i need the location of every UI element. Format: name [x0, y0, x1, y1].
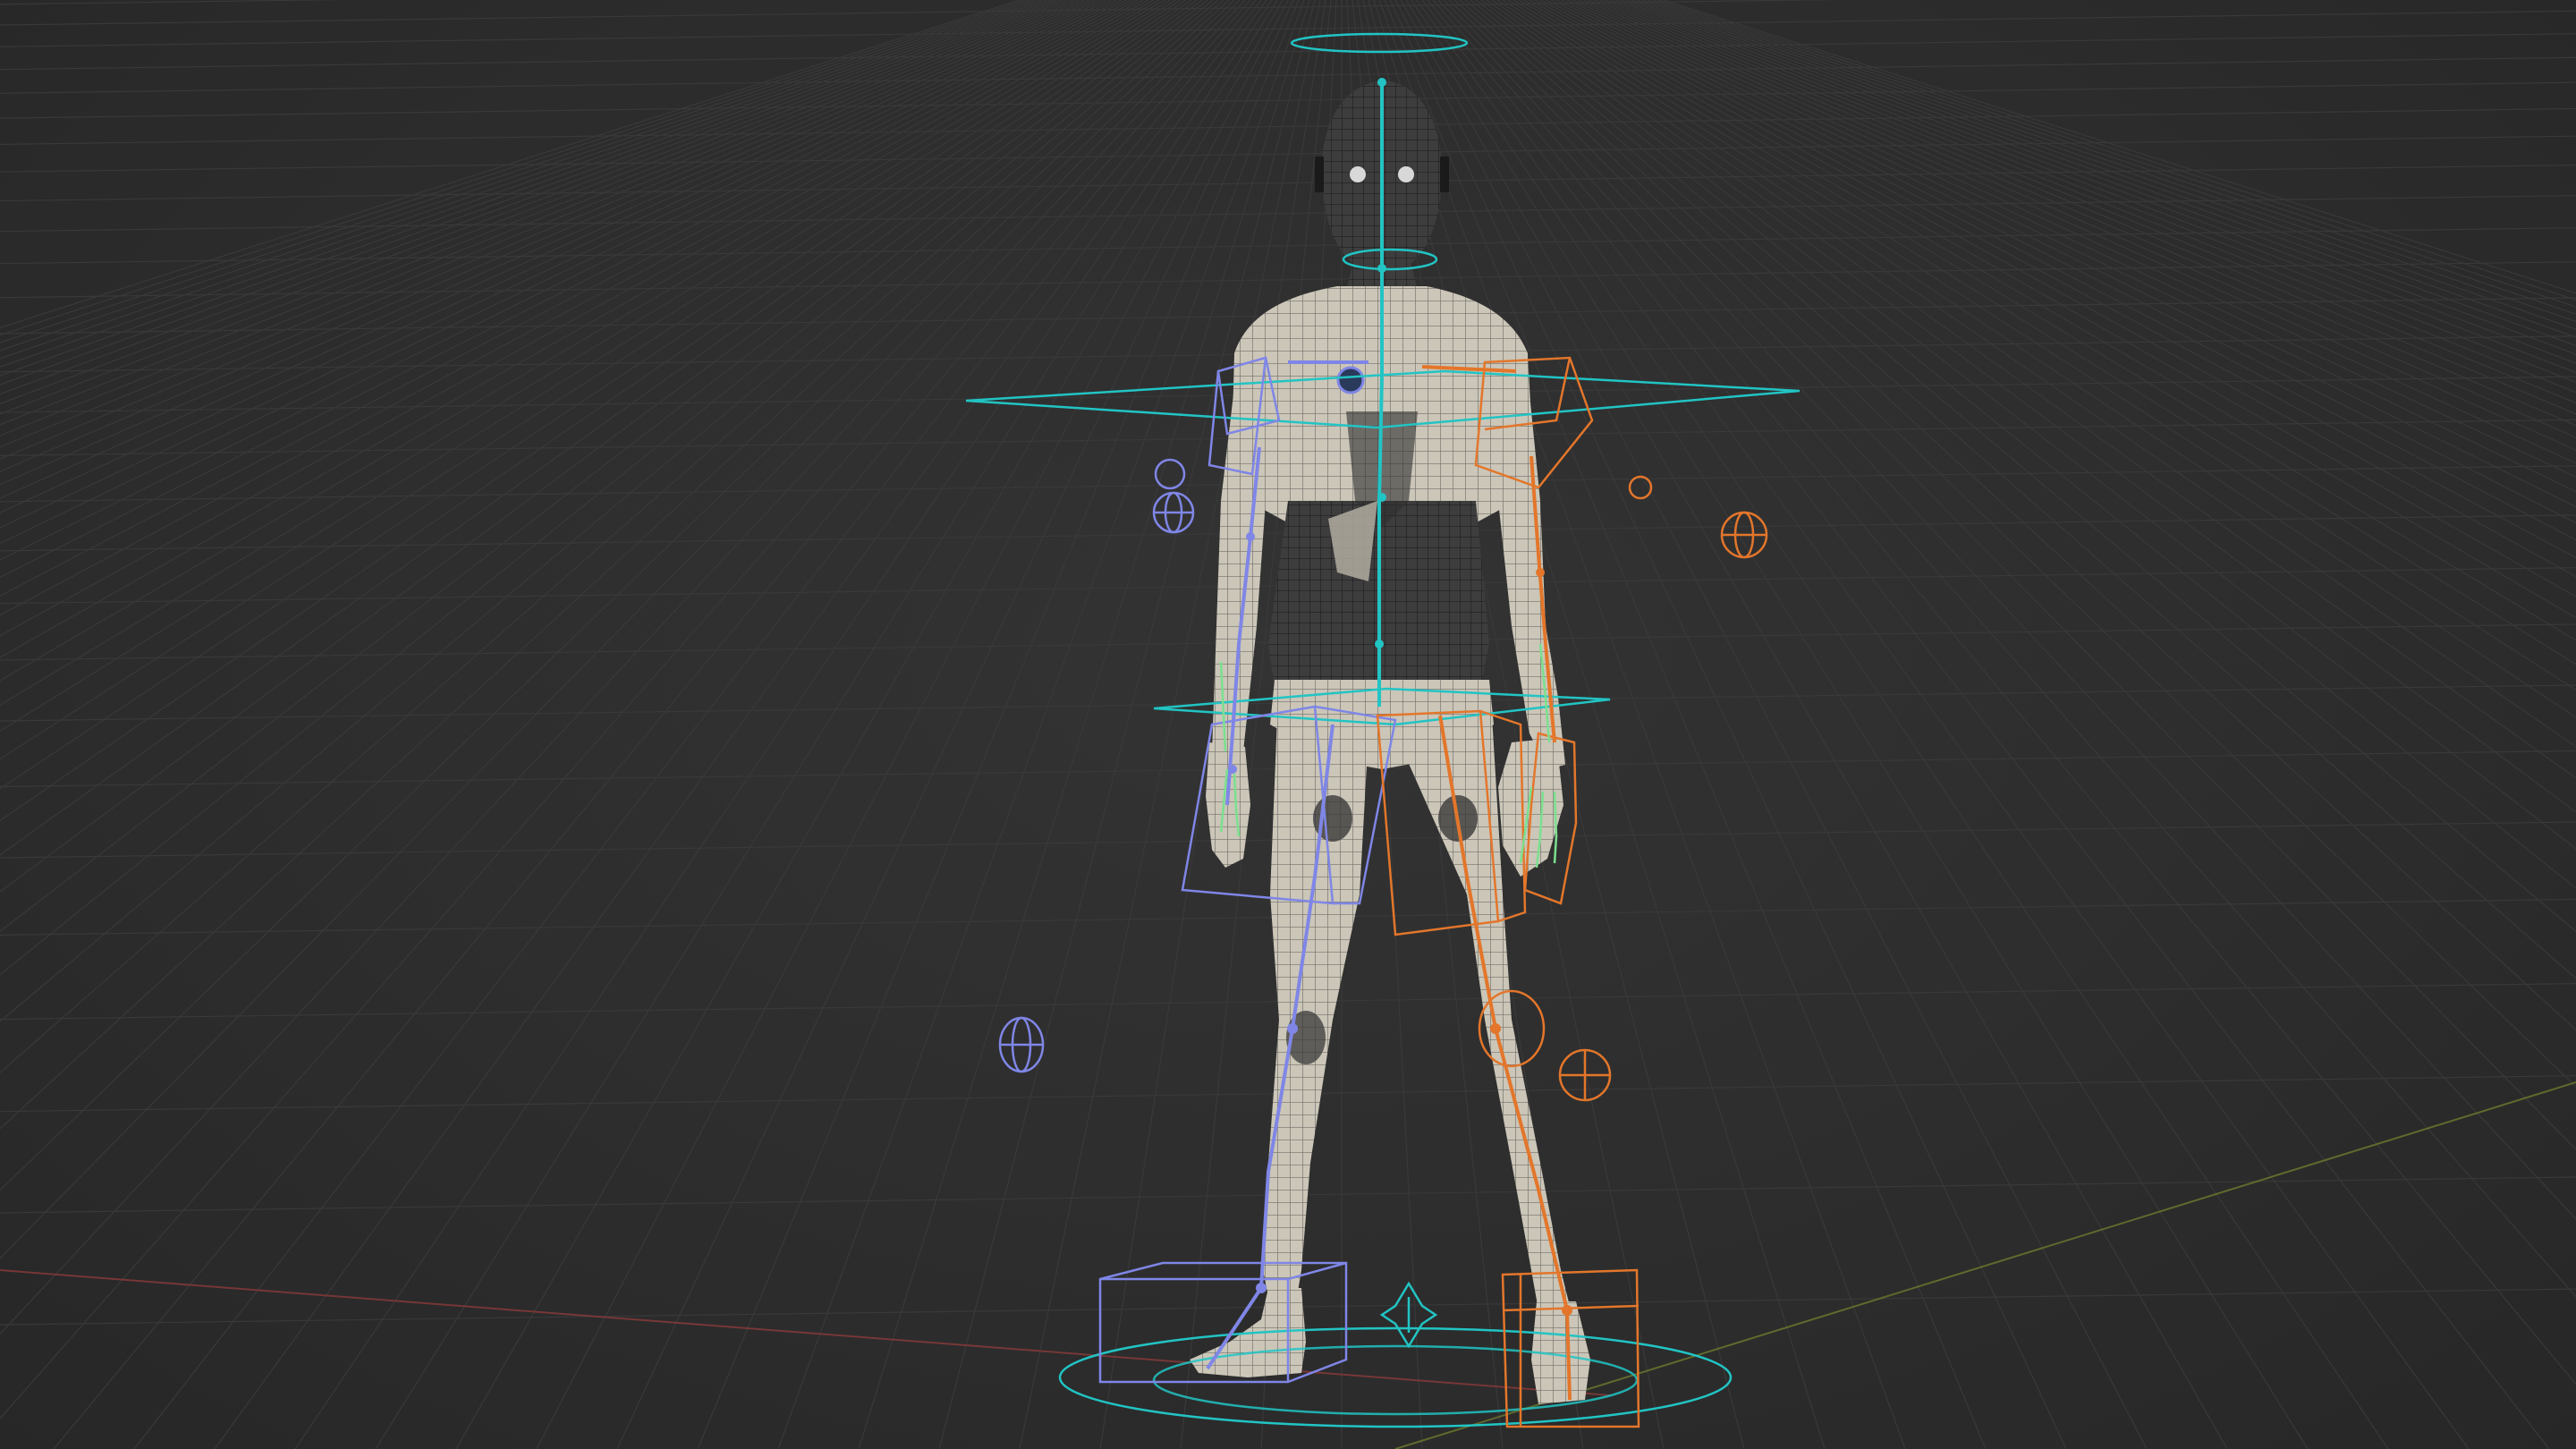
right-elbow-joint[interactable] [1536, 568, 1545, 577]
left-wrist-joint[interactable] [1228, 765, 1237, 774]
grid-line [1555, 0, 2576, 493]
head-joint[interactable] [1377, 78, 1386, 87]
grid-line [0, 107, 2576, 146]
grid-line [1529, 0, 2576, 578]
grid-line [1657, 0, 2576, 301]
grid-line [0, 0, 1063, 395]
grid-line [1432, 0, 2576, 1298]
grid-line [1625, 0, 2576, 347]
grid-line [1518, 0, 2576, 619]
grid-line [1523, 0, 2576, 597]
grid-line [0, 0, 1037, 352]
grid-line [294, 0, 1273, 1449]
grid-line [0, 0, 1128, 545]
grid-line [1561, 0, 2576, 479]
grid-line [1582, 0, 2576, 427]
left-leg-mesh[interactable] [1263, 716, 1368, 1297]
grid-line [0, 0, 1112, 499]
grid-line [1453, 0, 2576, 1031]
grid-line [0, 261, 2576, 299]
grid-line [0, 0, 1026, 336]
grid-line [0, 0, 1235, 1191]
grid-line [1641, 0, 2576, 323]
grid-line [1464, 0, 2576, 933]
right-ear-piece [1440, 157, 1449, 192]
left-knee-joint[interactable] [1287, 1023, 1298, 1034]
grid-line [1620, 0, 2576, 355]
grid-line [0, 0, 1047, 368]
grid-line [0, 0, 1069, 405]
grid-line [1545, 0, 2576, 524]
grid-line [0, 227, 2576, 265]
grid-line [0, 195, 2576, 233]
grid-line [1550, 0, 2576, 508]
chest-joint[interactable] [1377, 493, 1386, 502]
left-elbow-joint[interactable] [1246, 532, 1255, 541]
grid-line [1598, 0, 2576, 394]
left-ankle-joint[interactable] [1256, 1283, 1267, 1293]
grid-line [1513, 0, 2576, 641]
grid-line [0, 0, 1117, 513]
grid-line [1486, 0, 2576, 779]
grid-line [1663, 0, 2576, 294]
right-eye [1398, 166, 1414, 182]
grid-line [1421, 0, 2550, 1449]
grid-line [133, 0, 1262, 1449]
grid-line [0, 0, 1144, 597]
left-eye [1350, 166, 1366, 182]
grid-line [616, 0, 1294, 1449]
grid-line [1394, 0, 2148, 1449]
grid-line [0, 33, 2576, 71]
grid-line [455, 0, 1284, 1449]
grid-line [536, 0, 1289, 1449]
grid-line [53, 0, 1257, 1449]
grid-line [0, 0, 1085, 436]
grid-line [1647, 0, 2576, 315]
right-knee-joint[interactable] [1490, 1023, 1501, 1034]
grid-line [0, 10, 2576, 47]
right-knee-pole-controller[interactable] [1558, 1048, 1612, 1102]
chest-light [1336, 366, 1365, 394]
left-elbow-pole-controller[interactable] [1152, 458, 1195, 534]
grid-line [1588, 0, 2576, 415]
3d-viewport[interactable] [0, 0, 2576, 1449]
grid-line [0, 0, 1042, 360]
grid-line [0, 0, 1133, 561]
left-ear-piece [1315, 157, 1324, 192]
right-ankle-joint[interactable] [1562, 1305, 1572, 1316]
right-elbow-pole-controller[interactable] [1628, 475, 1768, 559]
grid-line [0, 0, 1106, 486]
grid-line [1459, 0, 2576, 979]
grid-line [1416, 0, 2470, 1449]
grid-line [0, 0, 1080, 426]
grid-line [0, 135, 2576, 173]
viewport-scene[interactable] [0, 0, 2576, 1449]
left-knee-pole-controller[interactable] [998, 1016, 1045, 1073]
grid-line [1443, 0, 2576, 1150]
pelvis-joint[interactable] [1375, 640, 1384, 648]
center-of-mass-controller[interactable] [1379, 1281, 1438, 1349]
grid-line [0, 0, 1241, 1259]
grid-line [0, 0, 1058, 386]
grid-line [214, 0, 1267, 1449]
root-controller-outer[interactable] [1058, 1326, 1733, 1428]
neck-joint[interactable] [1377, 264, 1386, 273]
